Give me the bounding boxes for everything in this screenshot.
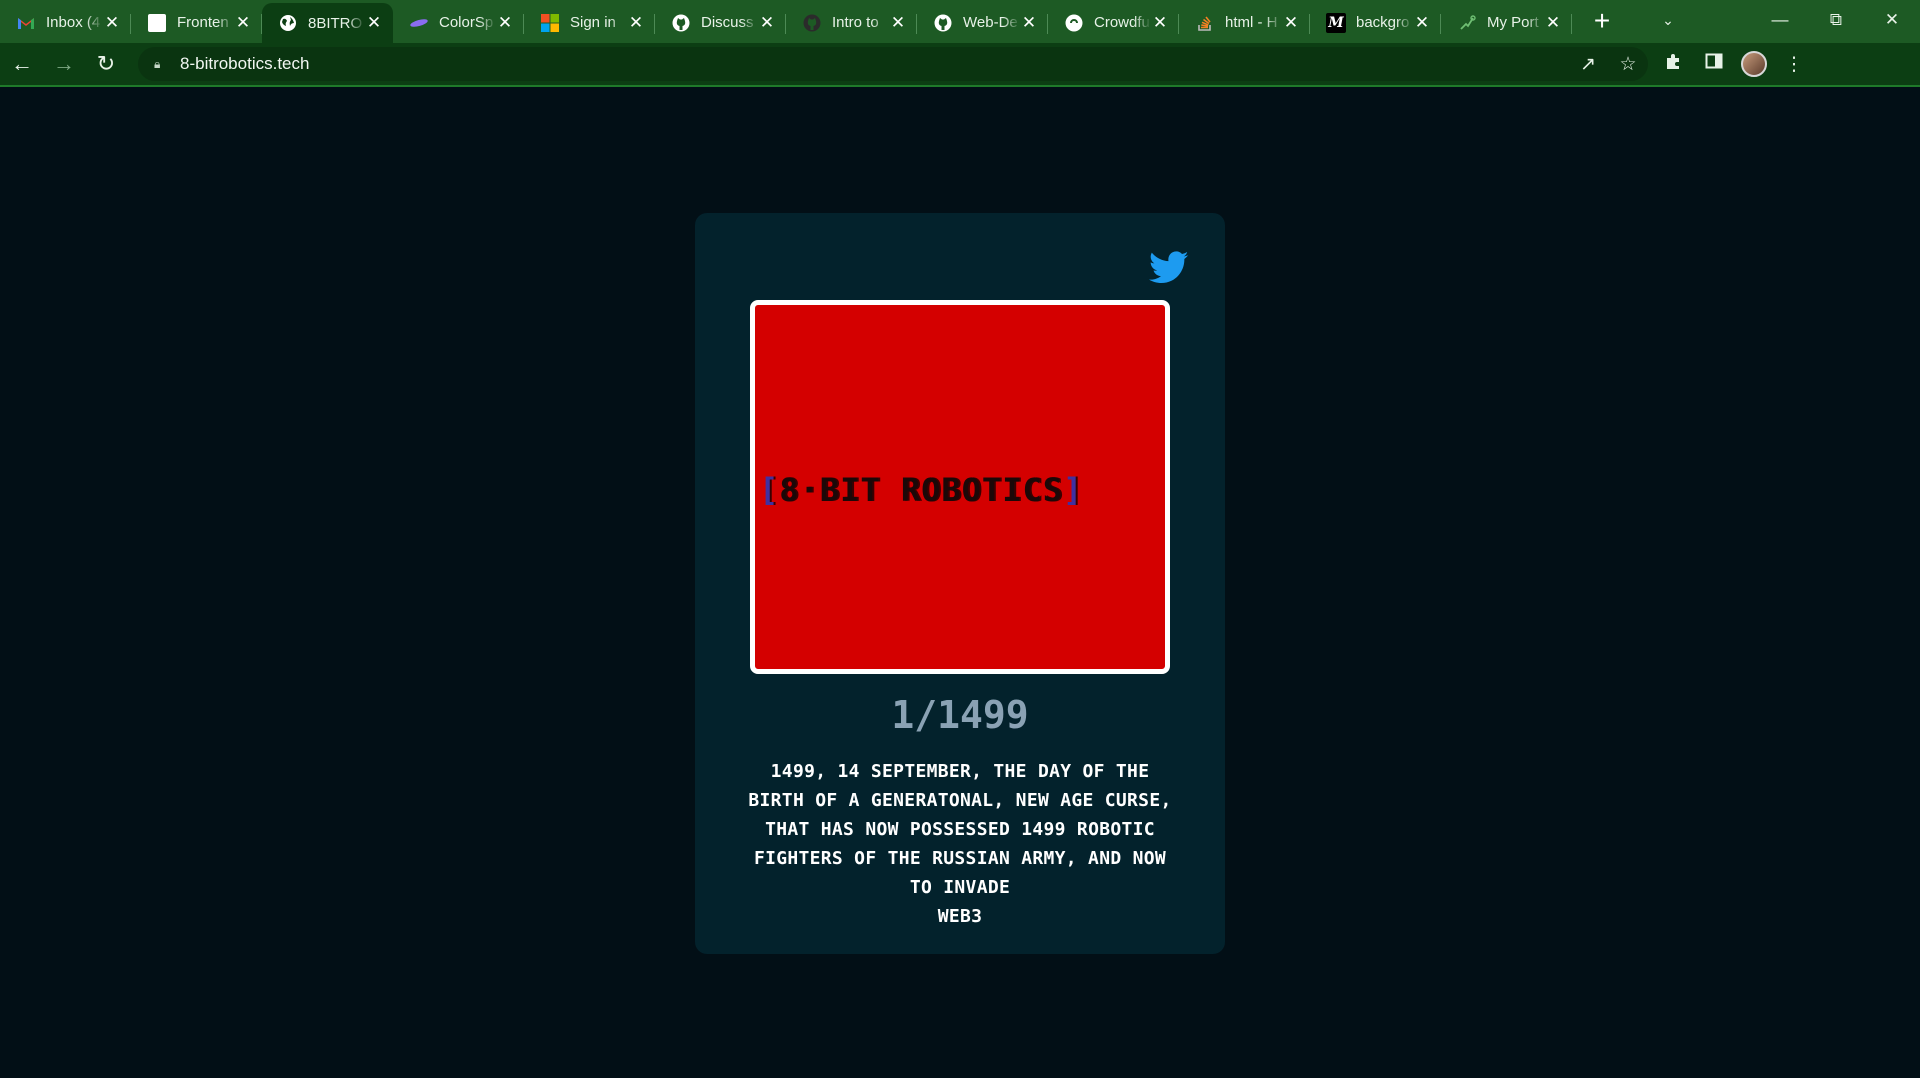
profile-avatar[interactable]	[1741, 51, 1767, 77]
stackoverflow-icon	[1195, 13, 1215, 33]
close-icon[interactable]: ✕	[627, 13, 645, 33]
description-line: 1499, 14 SEPTEMBER, THE DAY OF THE	[770, 761, 1150, 782]
close-icon: ✕	[1884, 10, 1900, 29]
window-controls: ⌄ — ⧉ ✕	[1640, 0, 1920, 40]
nft-image: [8·BIT ROBOTICS]	[750, 300, 1170, 674]
close-icon[interactable]: ✕	[1151, 13, 1169, 33]
side-panel-button[interactable]	[1694, 44, 1734, 84]
extensions-button[interactable]	[1654, 44, 1694, 84]
logo-bracket-left: [	[759, 471, 780, 509]
tab-title: My Port	[1487, 14, 1539, 31]
portfolio-icon	[1457, 13, 1477, 33]
close-window-button[interactable]: ✕	[1864, 0, 1920, 40]
back-button[interactable]: ←	[2, 44, 42, 84]
tab-strip: Inbox (4 ✕ Fronten ✕ 8BITRO ✕ ColorSp ✕ …	[0, 0, 1920, 43]
share-icon[interactable]: ↗	[1568, 53, 1608, 76]
tab-title: Intro to	[832, 14, 879, 31]
url-text[interactable]: 8-bitrobotics.tech	[180, 54, 309, 74]
restore-icon: ⧉	[1829, 10, 1843, 29]
reload-button[interactable]: ↻	[86, 44, 126, 84]
arrow-right-icon: →	[53, 51, 75, 76]
browser-toolbar: ← → ↻ 🔒︎ 8-bitrobotics.tech ↗ ☆ ⋮	[0, 43, 1920, 87]
github-icon	[802, 13, 822, 33]
close-icon[interactable]: ✕	[1282, 13, 1300, 33]
tab-title: Fronten	[177, 14, 229, 31]
github-icon	[933, 13, 953, 33]
bookmark-star-icon[interactable]: ☆	[1608, 53, 1648, 76]
tab-title: Discuss	[701, 14, 754, 31]
tab-title: backgro	[1356, 14, 1410, 31]
plus-icon: +	[1593, 5, 1611, 36]
microsoft-icon	[540, 13, 560, 33]
address-bar[interactable]: 🔒︎ 8-bitrobotics.tech ↗ ☆	[138, 47, 1648, 81]
tab-title: Sign in	[570, 14, 616, 31]
kebab-menu-icon: ⋮	[1784, 53, 1804, 75]
close-icon[interactable]: ✕	[889, 13, 907, 33]
description-line: THAT HAS NOW POSSESSED 1499 ROBOTIC	[765, 819, 1155, 840]
globe-icon	[278, 13, 298, 33]
nft-description: 1499, 14 SEPTEMBER, THE DAY OF THE BIRTH…	[715, 757, 1205, 931]
minimize-button[interactable]: —	[1752, 0, 1808, 40]
restore-button[interactable]: ⧉	[1808, 0, 1864, 40]
nft-logo-text: 8·BIT ROBOTICS	[779, 471, 1063, 509]
github-icon	[671, 13, 691, 33]
tab-gmail[interactable]: Inbox (4 ✕	[0, 4, 131, 41]
close-icon[interactable]: ✕	[1544, 13, 1562, 33]
close-icon[interactable]: ✕	[1020, 13, 1038, 33]
tab-search-button[interactable]: ⌄	[1640, 0, 1696, 40]
forward-button[interactable]: →	[44, 44, 84, 84]
tab-github-discuss[interactable]: Discuss ✕	[655, 4, 786, 41]
close-icon[interactable]: ✕	[496, 13, 514, 33]
arrow-left-icon: ←	[11, 51, 33, 76]
tab-medium[interactable]: M backgro ✕	[1310, 4, 1441, 41]
tab-title: Crowdfu	[1094, 14, 1150, 31]
close-icon[interactable]: ✕	[103, 13, 121, 33]
medium-icon: M	[1326, 12, 1346, 33]
frontend-mentor-icon	[147, 13, 167, 33]
tab-github-intro[interactable]: Intro to ✕	[786, 4, 917, 41]
frontend-mentor-icon	[1064, 13, 1084, 33]
tab-title: 8BITRO	[308, 14, 363, 32]
side-panel-icon	[1705, 52, 1723, 76]
close-icon[interactable]: ✕	[1413, 13, 1431, 33]
menu-button[interactable]: ⋮	[1774, 44, 1814, 84]
reload-icon: ↻	[96, 51, 116, 76]
tab-title: html - H	[1225, 14, 1278, 31]
tab-8bitrobotics[interactable]: 8BITRO ✕	[262, 3, 393, 43]
tab-crowdfund[interactable]: Crowdfu ✕	[1048, 4, 1179, 41]
description-line: FIGHTERS OF THE RUSSIAN ARMY, AND NOW	[753, 848, 1167, 869]
chevron-down-icon: ⌄	[1662, 11, 1674, 28]
tab-github-webdev[interactable]: Web-De ✕	[917, 4, 1048, 41]
toolbar-actions: ⋮	[1654, 44, 1814, 84]
tab-stackoverflow[interactable]: html - H ✕	[1179, 4, 1310, 41]
nft-logo: [8·BIT ROBOTICS]	[759, 471, 1083, 509]
lock-icon[interactable]: 🔒︎	[154, 57, 168, 72]
tab-frontend-mentor[interactable]: Fronten ✕	[131, 4, 262, 41]
gmail-icon	[16, 13, 36, 33]
minimize-icon: —	[1771, 10, 1789, 29]
description-line: TO INVADE	[909, 877, 1011, 898]
nft-card: [8·BIT ROBOTICS] 1/1499 1499, 14 SEPTEMB…	[695, 213, 1225, 954]
description-line: BIRTH OF A GENERATONAL, NEW AGE CURSE,	[748, 790, 1172, 811]
new-tab-button[interactable]: +	[1582, 1, 1622, 41]
close-icon[interactable]: ✕	[234, 13, 252, 33]
logo-bracket-right: ]	[1062, 471, 1084, 509]
tab-title: Inbox (4	[46, 14, 101, 31]
puzzle-icon	[1665, 52, 1683, 76]
tab-portfolio[interactable]: My Port ✕	[1441, 4, 1572, 41]
close-icon[interactable]: ✕	[365, 13, 383, 33]
tab-title: ColorSp	[439, 14, 494, 31]
tab-colorspace[interactable]: ColorSp ✕	[393, 4, 524, 41]
twitter-bird-icon[interactable]	[1149, 251, 1189, 285]
close-icon[interactable]: ✕	[758, 13, 776, 33]
edition-counter: 1/1499	[891, 693, 1029, 737]
description-line: WEB3	[937, 906, 983, 927]
tab-microsoft-signin[interactable]: Sign in ✕	[524, 4, 655, 41]
tab-title: Web-De	[963, 14, 1018, 31]
colorspace-icon	[409, 13, 429, 33]
